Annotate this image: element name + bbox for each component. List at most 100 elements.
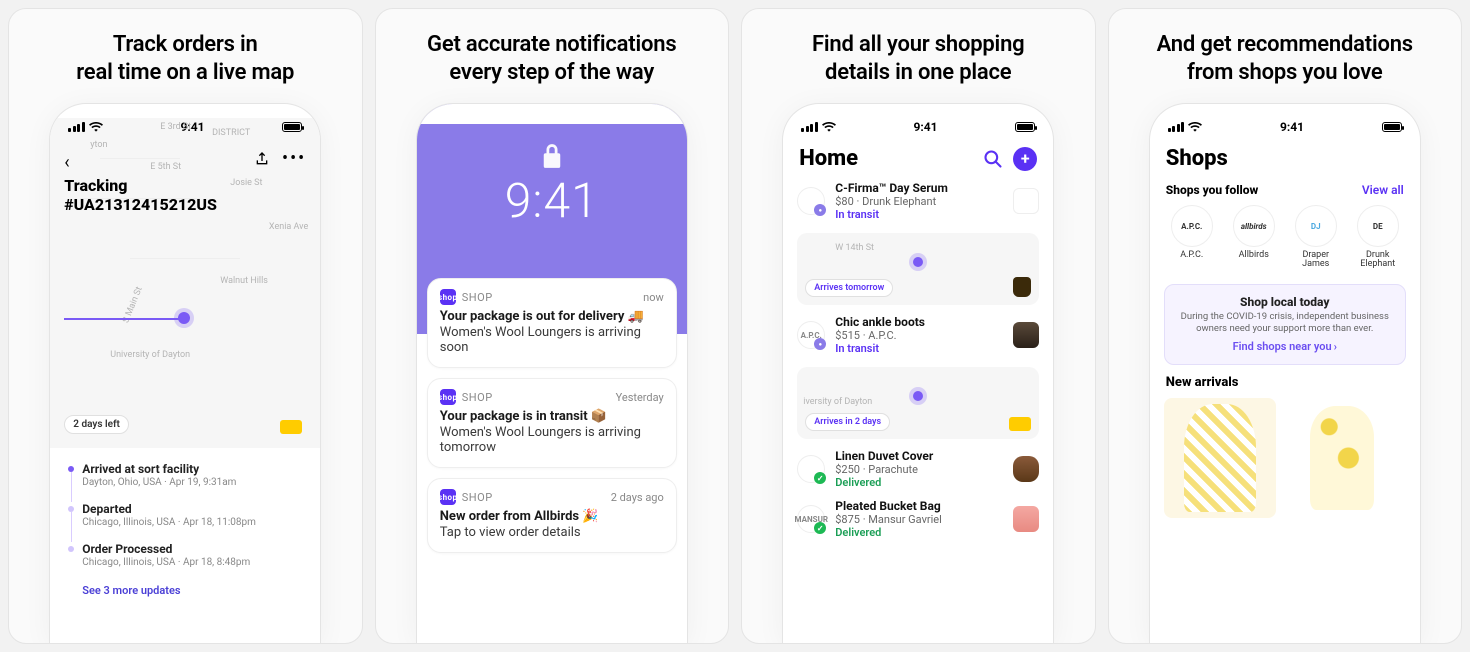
eta-pill: Arrives tomorrow [805, 279, 893, 297]
brand-logo: DE [1357, 205, 1399, 247]
panel-notifications: Get accurate notifications every step of… [375, 8, 730, 644]
mini-map[interactable]: W 14th St Arrives tomorrow [797, 233, 1039, 305]
order-status: Delivered [835, 476, 1003, 489]
promo-link[interactable]: Find shops near you › [1233, 340, 1337, 353]
order-meta: $515 · A.P.C. [835, 329, 1003, 342]
notification-time: 2 days ago [611, 491, 664, 504]
section-heading: Shops you follow [1166, 183, 1258, 197]
location-dot [913, 257, 923, 267]
brand-name: A.P.C. [1180, 251, 1203, 260]
panel-title: Get accurate notifications every step of… [411, 9, 692, 94]
brand-name: Draper James [1290, 251, 1342, 270]
mini-map[interactable]: iversity of Dayton Arrives in 2 days [797, 367, 1039, 439]
battery-icon [282, 122, 302, 132]
route-line [64, 318, 184, 320]
view-all-link[interactable]: View all [1362, 183, 1404, 197]
brand-item[interactable]: allbirdsAllbirds [1228, 205, 1280, 270]
notification-title: Your package is out for delivery 🚚 [440, 309, 664, 324]
street-label: University of Dayton [110, 350, 190, 360]
phone-frame: 9:41 ‹ ••• DISTRICT yton E 3rd St E 5th … [50, 104, 320, 643]
street-label: Xenia Ave [269, 222, 308, 232]
chevron-right-icon: › [1334, 340, 1337, 353]
street-label: E 5th St [150, 162, 181, 172]
street-label: W 14th St [835, 243, 874, 253]
carrier-badge-dhl [1009, 417, 1031, 431]
wifi-icon [455, 106, 469, 116]
carrier-badge-dhl [280, 420, 302, 434]
notification-body: Women's Wool Loungers is arriving soon [440, 325, 664, 355]
more-icon[interactable]: ••• [282, 148, 306, 169]
status-time: 9:41 [913, 120, 937, 134]
tracking-map[interactable]: 9:41 ‹ ••• DISTRICT yton E 3rd St E 5th … [50, 118, 320, 448]
brand-logo: allbirds [1233, 205, 1275, 247]
add-button[interactable]: + [1013, 147, 1037, 171]
promo-card[interactable]: Shop local today During the COVID-19 cri… [1164, 284, 1406, 365]
timeline-item: Departed Chicago, Illinois, USA · Apr 18… [66, 498, 304, 538]
street-label: Walnut Hills [220, 276, 268, 286]
order-row[interactable]: MANSUR Pleated Bucket Bag $875 · Mansur … [797, 499, 1039, 539]
order-row[interactable]: Linen Duvet Cover $250 · Parachute Deliv… [797, 449, 1039, 489]
tracking-heading: Tracking #UA21312415212US [64, 176, 217, 214]
status-time: 9:41 [1280, 120, 1304, 134]
timeline-meta: Chicago, Illinois, USA · Apr 18, 8:48pm [82, 557, 304, 568]
brand-name: Drunk Elephant [1352, 251, 1404, 270]
app-icon: shop [440, 489, 456, 505]
wifi-icon [89, 122, 103, 132]
phone-frame: 9:41 Home + C-Firma™ Day Serum $80 · Dru… [783, 104, 1053, 643]
lock-time: 9:41 [505, 172, 599, 229]
merchant-logo [797, 455, 825, 483]
notification-body: Women's Wool Loungers is arriving tomorr… [440, 425, 664, 455]
brand-item[interactable]: A.P.C.A.P.C. [1166, 205, 1218, 270]
status-bar: 9:41 [1150, 118, 1420, 142]
product-thumbnail [1013, 456, 1039, 482]
notification-time: now [643, 291, 664, 304]
order-row[interactable]: C-Firma™ Day Serum $80 · Drunk Elephant … [797, 181, 1039, 221]
panel-title: And get recommendations from shops you l… [1141, 9, 1429, 94]
back-button[interactable]: ‹ [64, 152, 69, 173]
app-name: SHOP [462, 291, 493, 304]
brand-item[interactable]: DJ Draper James [1290, 205, 1342, 270]
notification-card[interactable]: shopSHOP Yesterday Your package is in tr… [427, 378, 677, 468]
carrier-badge-ups [1013, 277, 1031, 297]
current-location-dot [178, 312, 190, 324]
order-status: Delivered [835, 526, 1003, 539]
merchant-logo: MANSUR [797, 505, 825, 533]
app-name: SHOP [462, 391, 493, 404]
notification-list: shop SHOP now Your package is out for del… [417, 278, 687, 553]
brand-item[interactable]: DE Drunk Elephant [1352, 205, 1404, 270]
share-icon[interactable] [254, 151, 270, 167]
order-title: Chic ankle boots [835, 315, 1003, 329]
signal-icon [68, 122, 85, 132]
timeline-meta: Chicago, Illinois, USA · Apr 18, 11:08pm [82, 517, 304, 528]
notification-time: Yesterday [616, 391, 664, 404]
promo-text: During the COVID-19 crisis, independent … [1177, 311, 1393, 335]
street-label: E 3rd St [160, 122, 191, 132]
order-meta: $80 · Drunk Elephant [835, 195, 1003, 208]
district-label: DISTRICT [212, 128, 250, 138]
notification-card[interactable]: shopSHOP now Your package is out for del… [427, 278, 677, 368]
district-label: yton [90, 140, 107, 150]
eta-pill: 2 days left [64, 415, 129, 434]
tracking-number: #UA21312415212US [64, 195, 217, 214]
timeline-item: Order Processed Chicago, Illinois, USA ·… [66, 538, 304, 578]
product-card[interactable] [1286, 398, 1398, 518]
battery-icon [1015, 122, 1035, 132]
notification-card[interactable]: shopSHOP 2 days ago New order from Allbi… [427, 478, 677, 553]
street-label: iversity of Dayton [803, 397, 872, 407]
timeline-meta: Dayton, Ohio, USA · Apr 19, 9:31am [82, 477, 304, 488]
panel-tracking: Track orders in real time on a live map … [8, 8, 363, 644]
order-meta: $250 · Parachute [835, 463, 1003, 476]
notification-title: New order from Allbirds 🎉 [440, 509, 664, 524]
brand-logo: DJ [1295, 205, 1337, 247]
brand-row: A.P.C.A.P.C. allbirdsAllbirds DJ Draper J… [1150, 205, 1420, 276]
notification-title: Your package is in transit 📦 [440, 409, 664, 424]
product-card[interactable] [1164, 398, 1276, 518]
merchant-logo [797, 187, 825, 215]
see-more-link[interactable]: See 3 more updates [66, 578, 304, 597]
order-status: In transit [835, 342, 1003, 355]
order-row[interactable]: A.P.C. Chic ankle boots $515 · A.P.C. In… [797, 315, 1039, 355]
search-icon[interactable] [983, 149, 1003, 169]
new-arrivals-row [1150, 398, 1420, 518]
notification-body: Tap to view order details [440, 525, 664, 540]
order-list: C-Firma™ Day Serum $80 · Drunk Elephant … [783, 181, 1053, 539]
